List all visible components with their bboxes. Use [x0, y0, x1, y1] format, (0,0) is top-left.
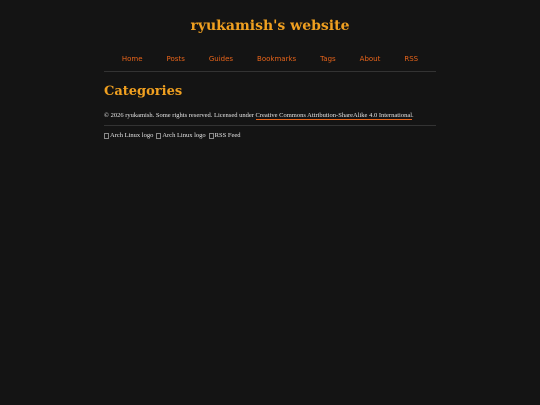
nav-posts[interactable]: Posts: [167, 54, 185, 64]
nav-bookmarks[interactable]: Bookmarks: [257, 54, 296, 64]
arch-linux-badge-2-alt: Arch Linux logo: [162, 132, 206, 139]
license-link[interactable]: Creative Commons Attribution-ShareAlike …: [255, 112, 413, 120]
arch-linux-badge-alt: Arch Linux logo: [110, 132, 154, 139]
broken-image-icon: [104, 132, 109, 139]
nav-home[interactable]: Home: [122, 54, 143, 64]
page-heading: Categories: [104, 84, 183, 99]
rss-feed-badge-alt: RSS Feed: [214, 132, 241, 139]
main-nav: Home Posts Guides Bookmarks Tags About R…: [104, 54, 436, 72]
nav-rss[interactable]: RSS: [404, 54, 418, 64]
broken-image-icon: [156, 132, 162, 139]
copyright-notice: © 2026 ryukamish. Some rights reserved. …: [104, 111, 436, 120]
arch-linux-badge[interactable]: Arch Linux logo: [104, 131, 153, 140]
page-container: ryukamish's website Home Posts Guides Bo…: [104, 0, 436, 140]
copyright-prefix: © 2026 ryukamish. Some rights reserved. …: [104, 112, 256, 119]
nav-about[interactable]: About: [360, 54, 381, 64]
nav-guides[interactable]: Guides: [209, 54, 233, 64]
nav-tags[interactable]: Tags: [320, 54, 336, 64]
copyright-suffix: .: [412, 112, 414, 119]
rss-feed-badge[interactable]: RSS Feed: [208, 131, 241, 140]
footer-badges: Arch Linux logo Arch Linux logo RSS Feed: [104, 131, 436, 140]
footer-divider: [104, 125, 436, 126]
broken-image-icon: [208, 132, 214, 139]
site-title[interactable]: ryukamish's website: [104, 16, 436, 36]
arch-linux-badge-2[interactable]: Arch Linux logo: [156, 131, 206, 140]
